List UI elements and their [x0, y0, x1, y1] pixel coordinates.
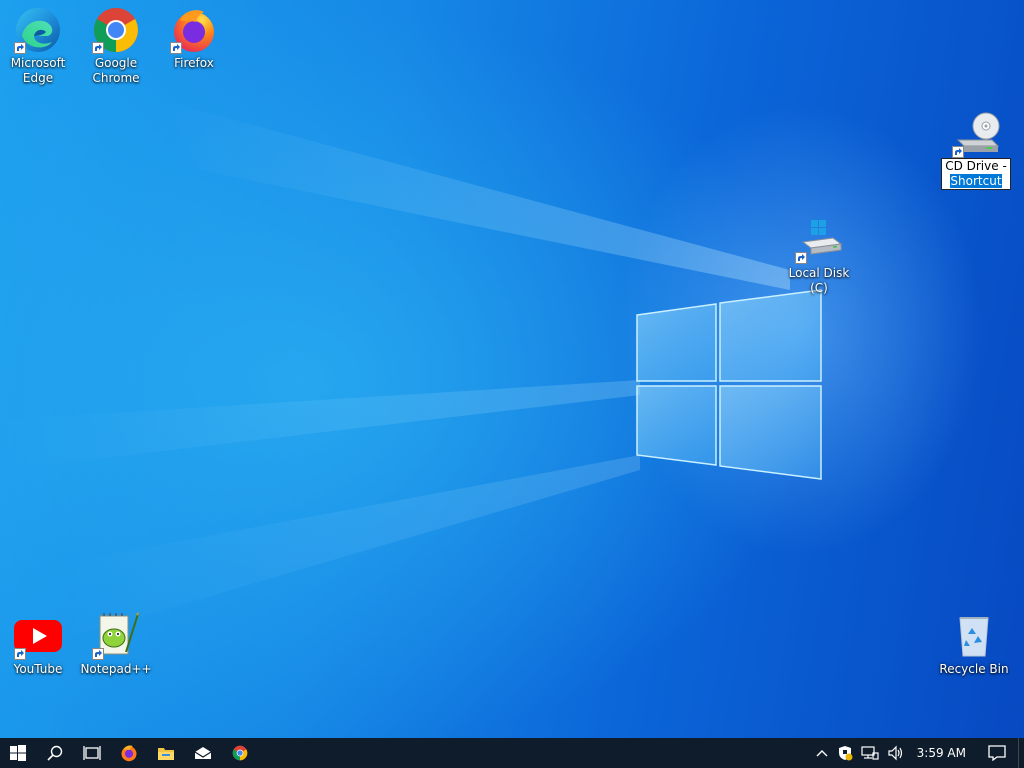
system-tray: 3:59 AM — [811, 738, 1024, 768]
shortcut-arrow-icon — [952, 146, 964, 158]
show-hidden-icons-button[interactable] — [811, 738, 833, 768]
start-icon — [10, 745, 26, 761]
chrome-icon — [92, 6, 140, 54]
shortcut-arrow-icon — [170, 42, 182, 54]
desktop-icon-google-chrome[interactable]: Google Chrome — [78, 6, 154, 86]
search-button[interactable] — [36, 738, 73, 768]
desktop-icon-notepad-plus-plus[interactable]: Notepad++ — [78, 612, 154, 677]
rename-text: CD Drive - — [945, 159, 1007, 173]
desktop-icon-cd-drive-shortcut[interactable]: CD Drive - Shortcut — [938, 110, 1014, 190]
rename-text-box[interactable]: CD Drive - Shortcut — [941, 158, 1011, 190]
taskbar-file-explorer[interactable] — [147, 738, 184, 768]
cd-drive-icon — [952, 110, 1000, 158]
desktop-icon-microsoft-edge[interactable]: Microsoft Edge — [0, 6, 76, 86]
chrome-icon — [232, 745, 247, 761]
shortcut-arrow-icon — [14, 42, 26, 54]
start-button[interactable] — [0, 738, 36, 768]
desktop-icon-recycle-bin[interactable]: Recycle Bin — [936, 612, 1012, 677]
security-tray-button[interactable] — [833, 738, 857, 768]
desktop[interactable]: Microsoft Edge Google Chrome Firefox CD … — [0, 0, 1024, 738]
task-view-icon — [82, 746, 101, 760]
shortcut-arrow-icon — [795, 252, 807, 264]
mail-icon — [194, 747, 211, 759]
volume-tray-button[interactable] — [883, 738, 909, 768]
desktop-icon-label: Notepad++ — [80, 662, 152, 676]
notepadpp-icon — [92, 612, 140, 660]
taskbar-clock[interactable]: 3:59 AM — [909, 746, 976, 760]
desktop-icon-label: Google Chrome — [92, 56, 140, 85]
desktop-icon-local-disk[interactable]: Local Disk (C) — [780, 216, 858, 296]
taskbar-firefox[interactable] — [110, 738, 147, 768]
shortcut-arrow-icon — [92, 648, 104, 660]
network-tray-button[interactable] — [857, 738, 883, 768]
desktop-icon-firefox[interactable]: Firefox — [156, 6, 232, 71]
security-icon — [838, 746, 853, 761]
file-explorer-icon — [157, 748, 174, 760]
taskbar-mail[interactable] — [184, 738, 221, 768]
taskbar: 3:59 AM — [0, 738, 1024, 768]
desktop-icon-label: Local Disk (C) — [788, 266, 850, 295]
search-icon — [46, 745, 62, 761]
rename-selected-text: Shortcut — [950, 174, 1002, 188]
recycle-bin-icon — [950, 612, 998, 660]
desktop-icon-label: Recycle Bin — [939, 662, 1009, 676]
edge-icon — [14, 6, 62, 54]
network-icon — [861, 746, 879, 760]
desktop-icon-label: YouTube — [13, 662, 63, 676]
task-view-button[interactable] — [73, 738, 110, 768]
desktop-icon-label: Firefox — [174, 56, 214, 70]
action-center-button[interactable] — [976, 738, 1018, 768]
action-center-icon — [988, 745, 1006, 761]
youtube-icon — [14, 612, 62, 660]
taskbar-chrome[interactable] — [221, 738, 258, 768]
show-desktop-button[interactable] — [1018, 738, 1024, 768]
volume-icon — [888, 745, 902, 761]
firefox-icon — [170, 6, 218, 54]
desktop-icon-label: Microsoft Edge — [10, 56, 66, 85]
desktop-icon-youtube[interactable]: YouTube — [0, 612, 76, 677]
shortcut-arrow-icon — [14, 648, 26, 660]
windows-logo-wallpaper — [636, 289, 822, 480]
shortcut-arrow-icon — [92, 42, 104, 54]
chevron-up-icon — [816, 750, 828, 757]
firefox-icon — [121, 745, 136, 762]
hard-drive-icon — [795, 216, 843, 264]
